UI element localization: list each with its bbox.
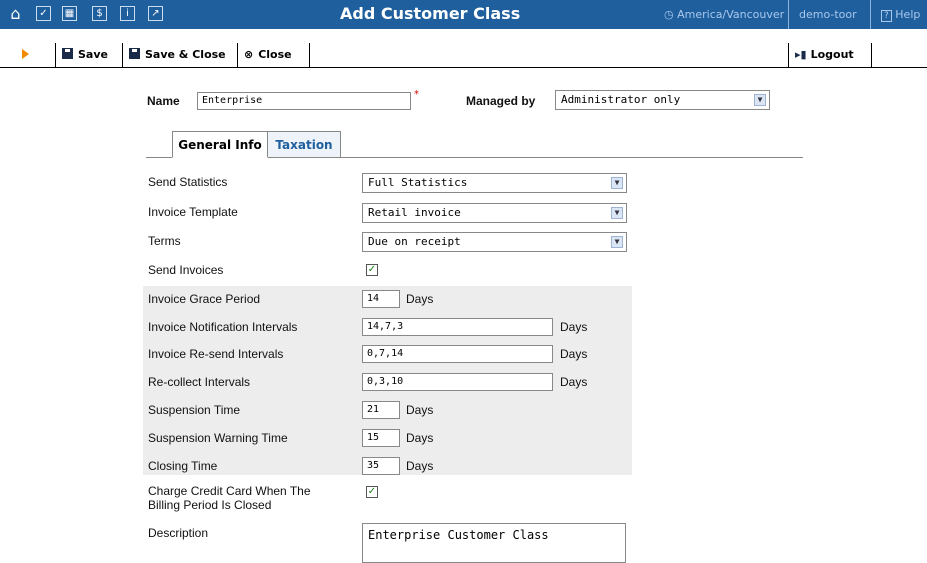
home-icon[interactable]: ⌂ bbox=[8, 6, 23, 22]
name-input[interactable]: Enterprise bbox=[197, 92, 411, 110]
close-button[interactable]: ⊗ Close bbox=[238, 43, 310, 67]
divider bbox=[788, 0, 789, 29]
suspension-time-unit: Days bbox=[406, 403, 434, 417]
charge-cc-label: Charge Credit Card When The Billing Peri… bbox=[148, 484, 311, 512]
send-statistics-value: Full Statistics bbox=[368, 176, 468, 189]
logout-icon: ▸▮ bbox=[795, 48, 807, 61]
send-statistics-select[interactable]: Full Statistics ▼ bbox=[362, 173, 627, 193]
closing-time-label: Closing Time bbox=[148, 459, 218, 473]
send-invoices-label: Send Invoices bbox=[148, 263, 224, 277]
resend-intervals-input[interactable]: 0,7,14 bbox=[362, 345, 553, 363]
terms-select[interactable]: Due on receipt ▼ bbox=[362, 232, 627, 252]
charge-cc-checkbox[interactable]: ✓ bbox=[366, 486, 378, 498]
toolbar: Save Save & Close ⊗ Close ▸▮ Logout bbox=[0, 43, 927, 68]
invoice-template-label: Invoice Template bbox=[148, 205, 238, 219]
floppy-icon bbox=[129, 48, 140, 59]
save-close-label: Save & Close bbox=[145, 48, 226, 61]
logout-label: Logout bbox=[810, 48, 854, 61]
billing-icon[interactable]: $ bbox=[92, 6, 107, 21]
timezone-link[interactable]: ◷ America/Vancouver bbox=[664, 8, 784, 21]
resend-intervals-label: Invoice Re-send Intervals bbox=[148, 347, 284, 361]
grace-period-unit: Days bbox=[406, 292, 434, 306]
description-textarea[interactable]: Enterprise Customer Class bbox=[362, 523, 626, 563]
closing-time-unit: Days bbox=[406, 459, 434, 473]
floppy-icon bbox=[62, 48, 73, 59]
notification-intervals-unit: Days bbox=[560, 320, 588, 334]
grid-icon[interactable]: ▦ bbox=[62, 6, 77, 21]
managed-by-value: Administrator only bbox=[561, 93, 681, 106]
name-label: Name bbox=[147, 94, 180, 108]
close-label: Close bbox=[258, 48, 292, 61]
suspension-warning-label: Suspension Warning Time bbox=[148, 431, 288, 445]
help-icon: ? bbox=[881, 10, 892, 22]
chevron-down-icon: ▼ bbox=[754, 94, 766, 106]
resend-intervals-unit: Days bbox=[560, 347, 588, 361]
chart-icon[interactable]: ↗ bbox=[148, 6, 163, 21]
required-mark: * bbox=[414, 89, 419, 100]
terms-value: Due on receipt bbox=[368, 235, 461, 248]
recollect-intervals-unit: Days bbox=[560, 375, 588, 389]
divider bbox=[870, 0, 871, 29]
tasks-icon[interactable]: ✓ bbox=[36, 6, 51, 21]
chevron-down-icon: ▼ bbox=[611, 207, 623, 219]
suspension-time-input[interactable]: 21 bbox=[362, 401, 400, 419]
invoice-template-select[interactable]: Retail invoice ▼ bbox=[362, 203, 627, 223]
chevron-down-icon: ▼ bbox=[611, 177, 623, 189]
grace-period-input[interactable]: 14 bbox=[362, 290, 400, 308]
terms-label: Terms bbox=[148, 234, 181, 248]
save-button[interactable]: Save bbox=[55, 43, 123, 67]
logout-button[interactable]: ▸▮ Logout bbox=[788, 43, 872, 67]
send-statistics-label: Send Statistics bbox=[148, 175, 228, 189]
page-title: Add Customer Class bbox=[340, 4, 521, 23]
managed-by-label: Managed by bbox=[466, 94, 536, 108]
info-icon[interactable]: i bbox=[120, 6, 135, 21]
header-bar: ⌂ ✓ ▦ $ i ↗ Add Customer Class ◷ America… bbox=[0, 0, 927, 29]
tab-taxation[interactable]: Taxation bbox=[268, 131, 341, 158]
notification-intervals-input[interactable]: 14,7,3 bbox=[362, 318, 553, 336]
notification-intervals-label: Invoice Notification Intervals bbox=[148, 320, 298, 334]
expand-arrow-icon[interactable] bbox=[22, 49, 29, 59]
description-label: Description bbox=[148, 526, 209, 540]
suspension-time-label: Suspension Time bbox=[148, 403, 241, 417]
close-icon: ⊗ bbox=[244, 48, 254, 61]
save-label: Save bbox=[78, 48, 108, 61]
closing-time-input[interactable]: 35 bbox=[362, 457, 400, 475]
recollect-intervals-input[interactable]: 0,3,10 bbox=[362, 373, 553, 391]
chevron-down-icon: ▼ bbox=[611, 236, 623, 248]
suspension-warning-input[interactable]: 15 bbox=[362, 429, 400, 447]
help-link[interactable]: ? Help bbox=[881, 8, 921, 22]
tab-general-info[interactable]: General Info bbox=[172, 131, 268, 158]
invoice-template-value: Retail invoice bbox=[368, 206, 461, 219]
user-link[interactable]: demo-toor bbox=[799, 8, 857, 21]
help-label: Help bbox=[895, 8, 921, 21]
managed-by-select[interactable]: Administrator only ▼ bbox=[555, 90, 770, 110]
send-invoices-checkbox[interactable]: ✓ bbox=[366, 264, 378, 276]
suspension-warning-unit: Days bbox=[406, 431, 434, 445]
charge-cc-label-line2: Billing Period Is Closed bbox=[148, 498, 272, 512]
recollect-intervals-label: Re-collect Intervals bbox=[148, 375, 251, 389]
save-close-button[interactable]: Save & Close bbox=[123, 43, 238, 67]
timezone-text: America/Vancouver bbox=[677, 8, 785, 21]
grace-period-label: Invoice Grace Period bbox=[148, 292, 261, 306]
charge-cc-label-line1: Charge Credit Card When The bbox=[148, 484, 311, 498]
